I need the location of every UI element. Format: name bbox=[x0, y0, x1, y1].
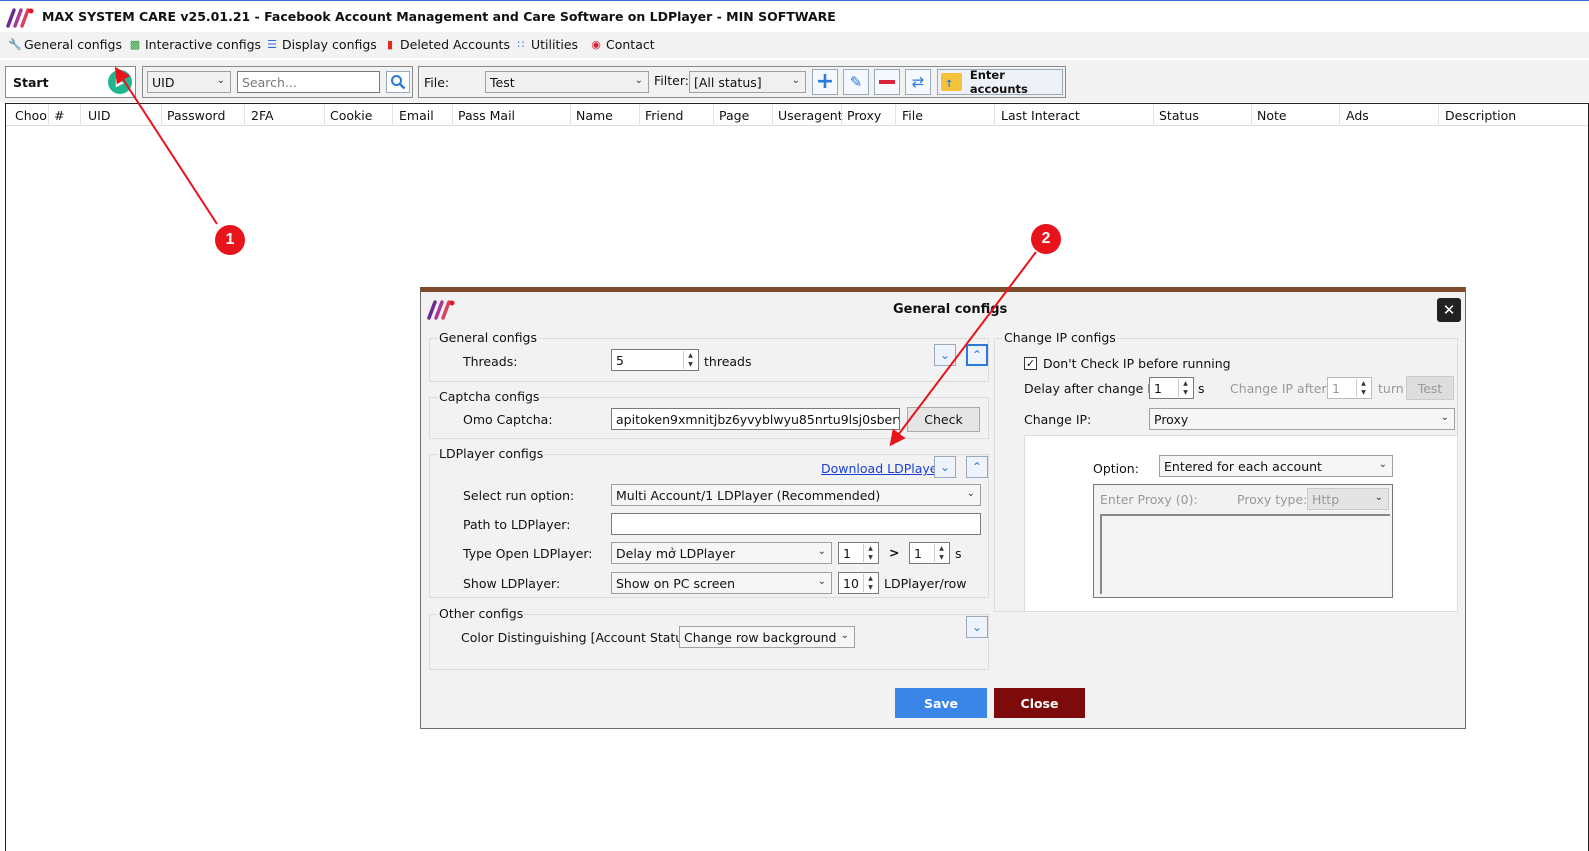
annotation-marker-2: 2 bbox=[1031, 224, 1061, 254]
annotation-marker-1: 1 bbox=[215, 225, 245, 255]
arrow-1 bbox=[114, 66, 218, 225]
annotation-arrows bbox=[114, 66, 1037, 447]
arrow-2 bbox=[889, 251, 1037, 447]
